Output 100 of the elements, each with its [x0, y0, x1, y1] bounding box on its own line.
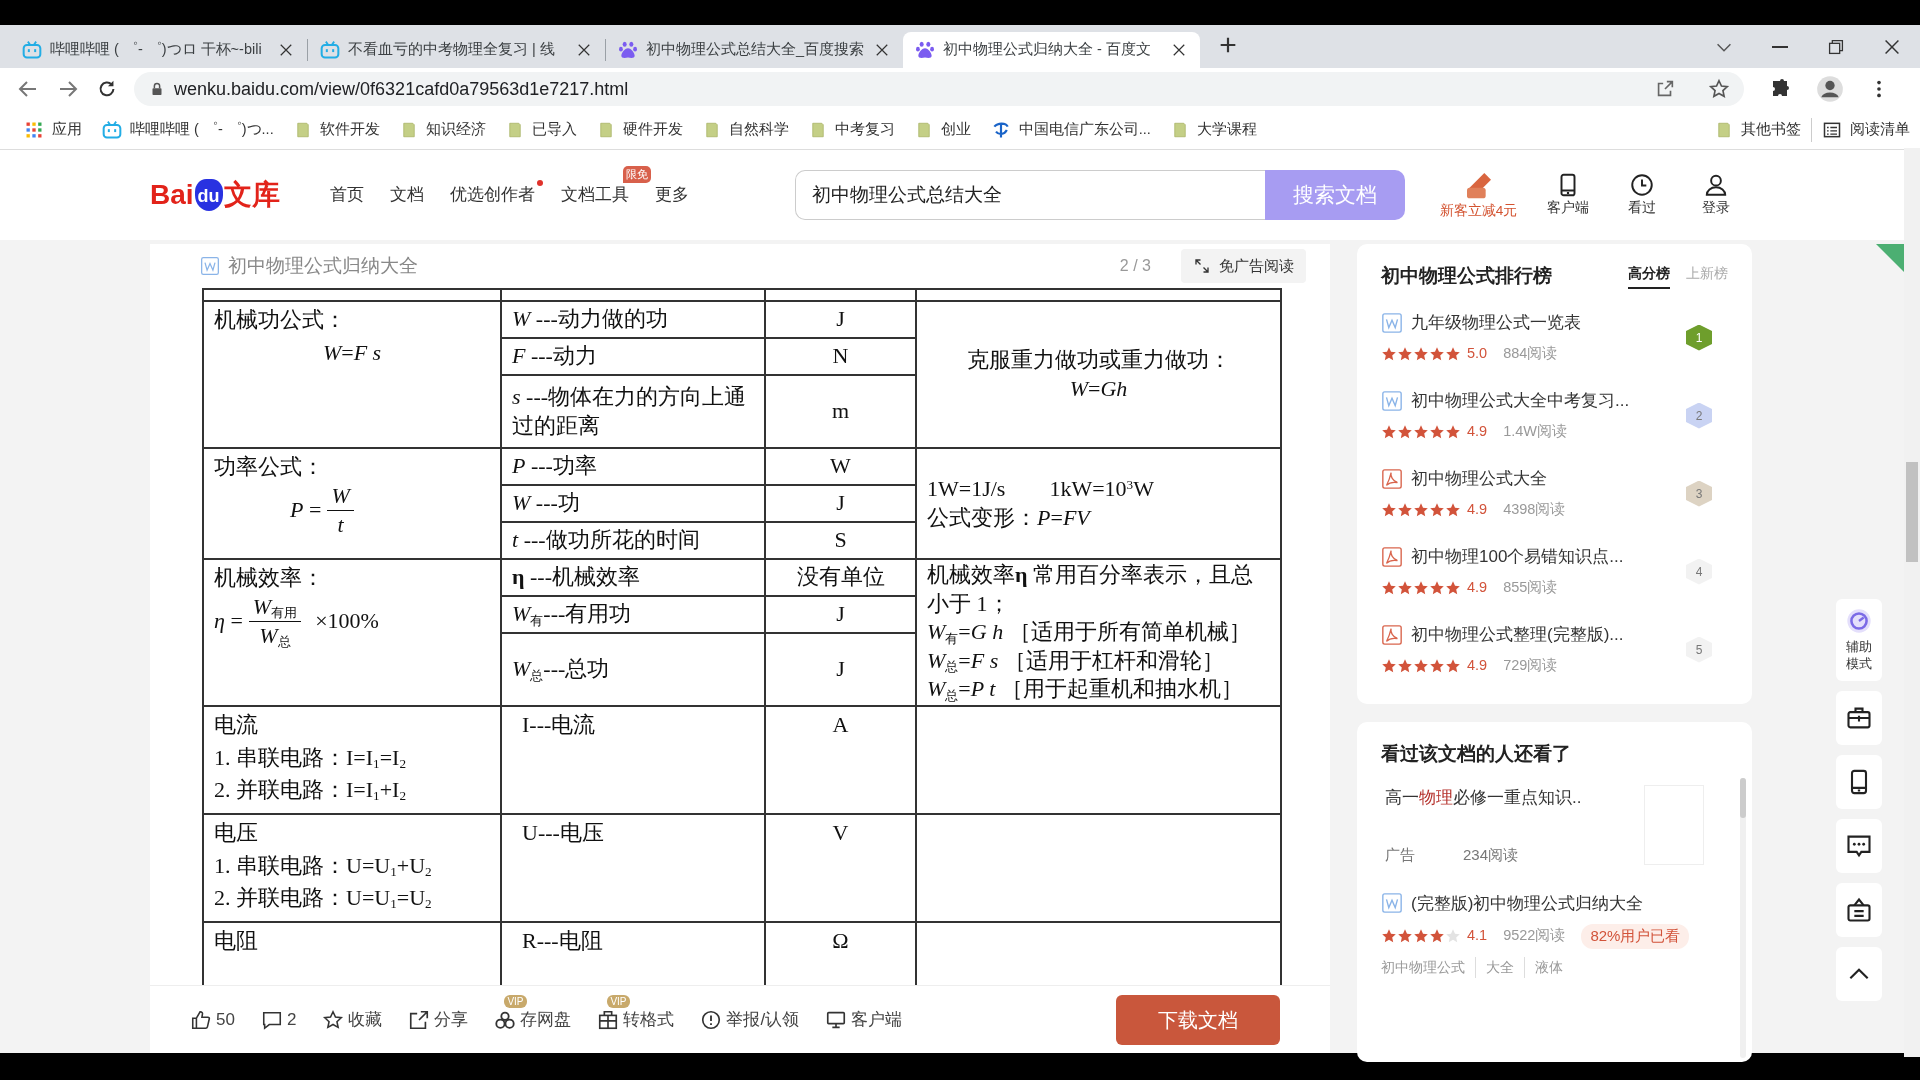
rank-badge: 2	[1686, 402, 1712, 429]
ad-free-button[interactable]: 免广告阅读	[1181, 249, 1306, 283]
browser-tab[interactable]: 不看血亏的中考物理全复习 | 线	[308, 32, 605, 68]
vip-badge: VIP	[504, 994, 527, 1008]
bookmark[interactable]: 硬件开发	[586, 118, 693, 141]
bookmark[interactable]: 知识经济	[389, 118, 496, 141]
quantity-text: W$_{有}$---有用功	[512, 600, 633, 629]
tab-title: 不看血亏的中考物理全复习 | 线	[348, 40, 556, 60]
word-doc-icon	[200, 256, 220, 276]
rating-score: 4.9	[1467, 578, 1488, 598]
paw-icon	[915, 40, 935, 60]
ranking-tab[interactable]: 高分榜	[1628, 263, 1670, 290]
bookmark[interactable]: 应用	[14, 118, 92, 141]
bookmark[interactable]: 大学课程	[1160, 118, 1267, 141]
bookmark[interactable]: 阅读清单	[1812, 118, 1920, 141]
quantity-text: W ---功	[512, 489, 581, 518]
star-icon	[1397, 346, 1413, 363]
toolbar-action[interactable]: 收藏	[322, 1006, 383, 1033]
quantity-text: t ---做功所花的时间	[512, 526, 701, 555]
tv-icon	[320, 40, 340, 60]
star-icon	[1413, 580, 1429, 597]
star-icon	[1381, 502, 1397, 519]
search-field[interactable]: 初中物理公式总结大全	[794, 170, 1265, 220]
toolbar-action[interactable]: 50	[190, 1006, 235, 1033]
header-action[interactable]: 登录	[1680, 171, 1751, 219]
download-button[interactable]: 下载文档	[1116, 994, 1280, 1045]
header-action[interactable]: 客户端	[1532, 171, 1603, 219]
bookmark-star-icon[interactable]	[1708, 78, 1730, 100]
document-link[interactable]: 初中物理公式大全	[1381, 465, 1686, 492]
bookmark[interactable]: 自然科学	[692, 118, 799, 141]
cell-text: 电阻	[214, 927, 259, 955]
card-title: 初中物理公式排行榜	[1381, 264, 1552, 288]
assist-mode-button[interactable]: 辅助模式	[1836, 599, 1882, 681]
nav-link[interactable]: 首页	[329, 185, 364, 205]
vip-offer-link[interactable]: 新客立减4元	[1428, 168, 1529, 222]
read-count: 4398阅读	[1503, 500, 1566, 520]
quantity-text: I---电流	[522, 711, 597, 739]
toolbar-action[interactable]: 转格式	[597, 1006, 675, 1033]
bag-icon	[1845, 895, 1873, 924]
logo[interactable]: Bai du 文库	[150, 174, 280, 216]
star-icon	[1445, 424, 1461, 441]
pdf-doc-icon	[1381, 545, 1403, 568]
profile-icon[interactable]	[1816, 75, 1844, 103]
bookmark[interactable]: 中国电信广东公司...	[980, 118, 1161, 141]
ad-link[interactable]: 高一物理必修一重点知识..	[1385, 784, 1644, 810]
rating-score: 4.1	[1467, 926, 1488, 946]
header-action[interactable]: 看过	[1606, 171, 1677, 219]
star-icon	[1445, 928, 1461, 945]
formula-title: 机械效率：	[214, 564, 325, 592]
bookmark[interactable]: 软件开发	[283, 118, 390, 141]
rating-score: 4.9	[1467, 656, 1488, 676]
word-doc-icon	[1381, 389, 1403, 412]
read-count: 855阅读	[1503, 578, 1558, 598]
document-link[interactable]: 九年级物理公式一览表	[1381, 309, 1686, 336]
pdf-doc-icon	[1381, 467, 1403, 490]
toolbar-action[interactable]: 分享	[408, 1006, 469, 1033]
browser-tab[interactable]: 哔哩哔哩 ( ゜- ゜)つロ 干杯~-bili	[10, 32, 307, 68]
rank-badge: 4	[1686, 558, 1712, 585]
tab-title: 哔哩哔哩 ( ゜- ゜)つロ 干杯~-bili	[50, 40, 263, 60]
address-bar[interactable]: wenku.baidu.com/view/0f6321cafd0a79563d1e7217.html	[134, 72, 1744, 106]
bookmark[interactable]: 创业	[904, 118, 981, 141]
rank-badge: 5	[1686, 636, 1712, 663]
quantity-text: P ---功率	[512, 452, 598, 481]
bookmark[interactable]: 已导入	[495, 118, 587, 141]
bag-button[interactable]	[1836, 882, 1882, 937]
document-link[interactable]: 初中物理公式大全中考复习...	[1381, 387, 1686, 414]
document-link[interactable]: (完整版)初中物理公式归纳大全	[1381, 890, 1728, 916]
star-icon	[1413, 928, 1429, 945]
quantity-text: F ---动力	[512, 342, 598, 371]
toolbar-action[interactable]: 存网盘	[494, 1006, 572, 1033]
toolbar-action[interactable]: 2	[260, 1006, 297, 1033]
pdf-doc-icon	[1381, 623, 1403, 646]
nav-link[interactable]: 文档	[389, 185, 424, 205]
minimize-icon	[1772, 45, 1788, 48]
nav-link[interactable]: 优选创作者	[449, 185, 535, 205]
briefcase-button[interactable]	[1836, 690, 1882, 745]
document-link[interactable]: 初中物理公式整理(完整版)...	[1381, 621, 1686, 648]
nav-link[interactable]: 更多	[654, 185, 689, 205]
bookmark[interactable]: 哔哩哔哩 ( ゜- ゜)つ...	[92, 118, 284, 141]
toolbar-action[interactable]: 举报/认领	[700, 1006, 800, 1033]
document-link[interactable]: 初中物理100个易错知识点...	[1381, 543, 1686, 570]
unit-text: Ω	[831, 927, 850, 955]
phone-button[interactable]	[1836, 754, 1882, 809]
browser-tab[interactable]: 初中物理公式总结大全_百度搜索	[606, 32, 903, 68]
chat-button[interactable]	[1836, 818, 1882, 873]
bookmark[interactable]: 中考复习	[798, 118, 905, 141]
note-text: W=Gh	[1068, 374, 1129, 403]
note-text: W$_{总}$=F s ［适用于杠杆和滑轮］	[927, 646, 1225, 676]
read-count: 884阅读	[1503, 344, 1558, 364]
rating-score: 5.0	[1467, 344, 1488, 364]
toolbar-action[interactable]: 客户端	[825, 1006, 903, 1033]
cell-text: 电流	[214, 711, 259, 739]
browser-tab[interactable]: 初中物理公式归纳大全 - 百度文	[903, 32, 1200, 68]
unit-text: J	[835, 655, 846, 684]
unit-text: J	[835, 600, 846, 629]
tab-title: 初中物理公式总结大全_百度搜索	[646, 40, 865, 60]
nav-link[interactable]: 文档工具	[560, 185, 629, 205]
bookmark[interactable]: 其他书签	[1705, 118, 1811, 141]
read-count: 234阅读	[1463, 845, 1519, 865]
star-icon	[1413, 346, 1429, 363]
